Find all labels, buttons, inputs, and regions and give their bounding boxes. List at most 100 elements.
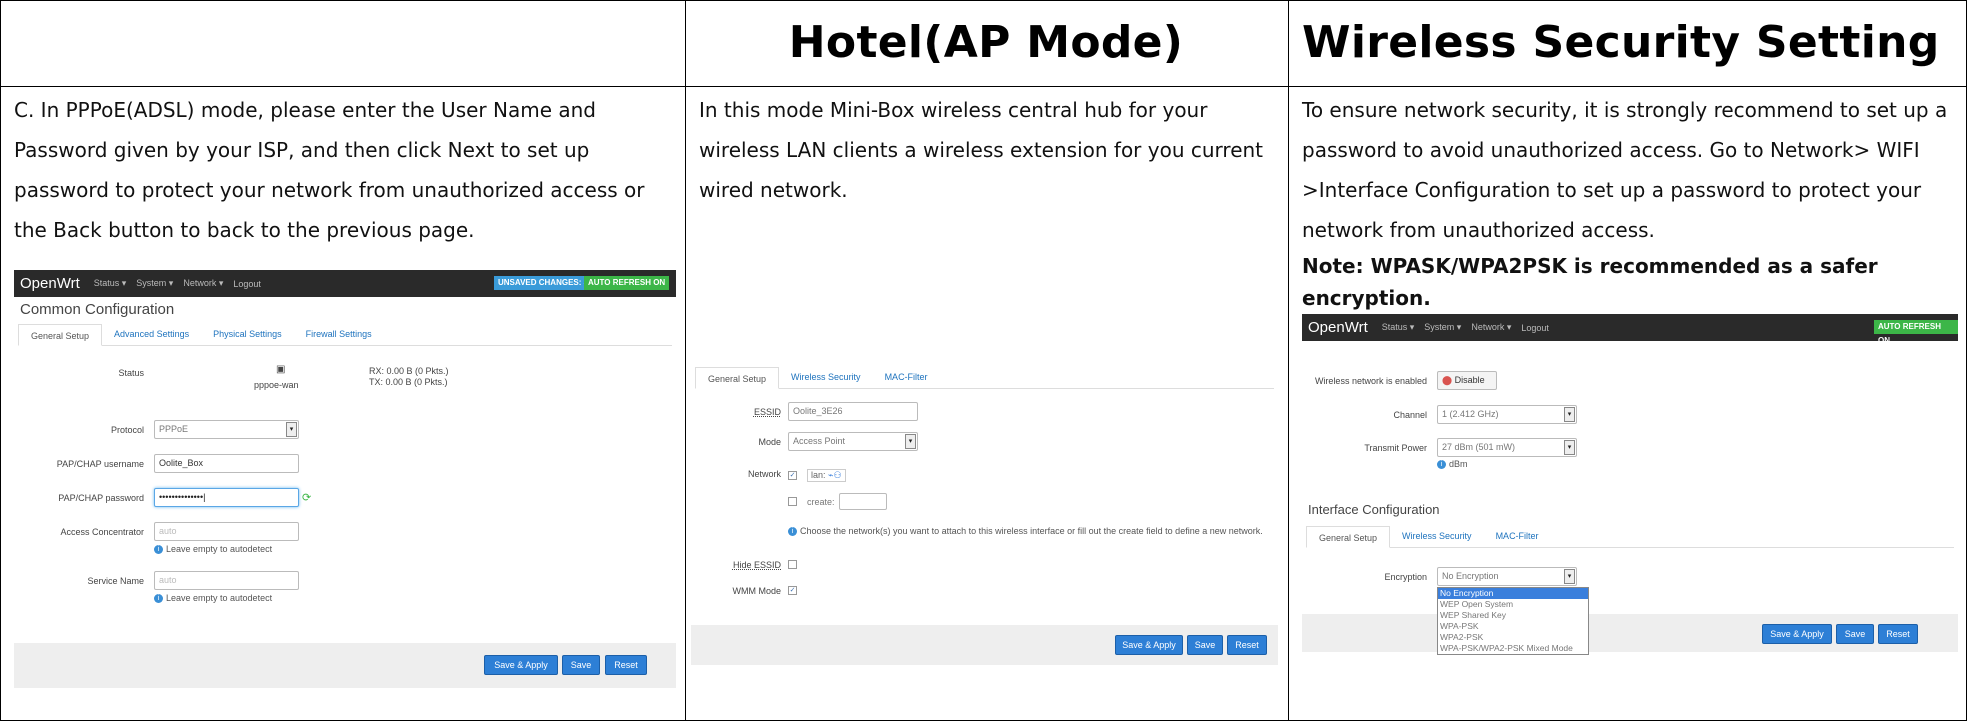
encryption-select[interactable]: No Encryption ▾ <box>1437 567 1577 586</box>
form-footer: Save & Apply Save Reset <box>1302 614 1958 652</box>
wmm-mode-checkbox[interactable]: ✓ <box>788 586 797 595</box>
protocol-label: Protocol <box>110 425 144 435</box>
info-icon: i <box>1437 459 1446 469</box>
access-concentrator-input[interactable]: auto <box>154 522 299 541</box>
chevron-down-icon: ▾ <box>1564 407 1575 422</box>
network-label: Network <box>747 469 781 479</box>
brand-logo: OpenWrt <box>20 275 80 292</box>
security-text: To ensure network security, it is strong… <box>1302 98 1948 242</box>
create-network-input[interactable] <box>838 493 887 510</box>
password-label: PAP/CHAP password <box>58 493 144 503</box>
status-rx: RX: 0.00 B (0 Pkts.) <box>369 366 449 376</box>
lan-checkbox[interactable]: ✓ <box>788 471 797 480</box>
menu-system[interactable]: System ▾ <box>136 278 173 289</box>
mode-select[interactable]: Access Point ▾ <box>788 432 918 451</box>
tab-wireless-security[interactable]: Wireless Security <box>1390 525 1484 547</box>
username-input[interactable]: Oolite_Box <box>154 454 299 473</box>
service-name-hint: i Leave empty to autodetect <box>154 593 272 603</box>
option-wpa-psk[interactable]: WPA-PSK <box>1438 621 1588 632</box>
column-pppoe: C. In PPPoE(ADSL) mode, please enter the… <box>0 0 684 721</box>
menu-logout[interactable]: Logout <box>1521 323 1549 333</box>
encryption-label: Encryption <box>1384 572 1427 582</box>
mode-label: Mode <box>758 437 781 447</box>
channel-select[interactable]: 1 (2.412 GHz) ▾ <box>1437 405 1577 424</box>
save-apply-button[interactable]: Save & Apply <box>1115 635 1183 655</box>
menu-network[interactable]: Network ▾ <box>183 278 223 289</box>
essid-input[interactable]: Oolite_3E26 <box>788 402 918 421</box>
chevron-down-icon: ▾ <box>1564 569 1575 584</box>
option-mixed-mode[interactable]: WPA-PSK/WPA2-PSK Mixed Mode <box>1438 643 1588 654</box>
option-no-encryption[interactable]: No Encryption <box>1438 588 1588 599</box>
menu-status[interactable]: Status ▾ <box>94 278 127 289</box>
security-screenshot: OpenWrt Status ▾ System ▾ Network ▾ Logo… <box>1302 314 1958 680</box>
reveal-password-icon[interactable]: ⟳ <box>302 491 311 504</box>
tab-wireless-security[interactable]: Wireless Security <box>779 366 873 388</box>
create-label: create: <box>807 496 835 507</box>
auto-refresh-badge[interactable]: AUTO REFRESH ON <box>1874 320 1958 345</box>
tab-mac-filter[interactable]: MAC-Filter <box>1484 525 1551 547</box>
auto-refresh-badge[interactable]: AUTO REFRESH ON <box>584 276 670 290</box>
option-wep-shared[interactable]: WEP Shared Key <box>1438 610 1588 621</box>
pppoe-screenshot: OpenWrt Status ▾ System ▾ Network ▾ Logo… <box>14 270 676 688</box>
column-ap-mode: Hotel(AP Mode) In this mode Mini-Box wir… <box>685 0 1287 721</box>
option-wpa2-psk[interactable]: WPA2-PSK <box>1438 632 1588 643</box>
chevron-down-icon: ▾ <box>905 434 916 449</box>
tab-bar: General Setup Wireless Security MAC-Filt… <box>695 365 1274 389</box>
password-input[interactable]: ••••••••••••••| <box>154 488 299 507</box>
access-concentrator-label: Access Concentrator <box>60 527 144 537</box>
tab-physical-settings[interactable]: Physical Settings <box>201 323 294 345</box>
reset-button[interactable]: Reset <box>1227 635 1267 655</box>
network-icon: ⌁⚇ <box>828 470 842 480</box>
brand-logo: OpenWrt <box>1308 319 1368 336</box>
menu-logout[interactable]: Logout <box>233 279 261 289</box>
disable-button[interactable]: ⬤ Disable <box>1437 371 1497 390</box>
hide-essid-checkbox[interactable] <box>788 560 797 569</box>
network-hint: i Choose the network(s) you want to attac… <box>788 526 1263 536</box>
unsaved-changes-badge[interactable]: UNSAVED CHANGES: 3 <box>494 276 593 290</box>
service-name-input[interactable]: auto <box>154 571 299 590</box>
save-button[interactable]: Save <box>562 655 600 675</box>
tab-firewall-settings[interactable]: Firewall Settings <box>294 323 384 345</box>
form-footer: Save & Apply Save Reset <box>691 625 1278 665</box>
network-lan-option: ✓ lan: ⌁⚇ <box>788 469 846 482</box>
transmit-power-label: Transmit Power <box>1364 443 1427 453</box>
security-note: Note: WPASK/WPA2PSK is recommended as a … <box>1302 254 1878 310</box>
save-apply-button[interactable]: Save & Apply <box>1762 624 1832 644</box>
status-label: Status <box>118 368 144 378</box>
info-icon: i <box>154 544 163 554</box>
network-create-option: create: <box>788 493 887 510</box>
menu-status[interactable]: Status ▾ <box>1382 322 1415 333</box>
power-unit-hint: i dBm <box>1437 459 1468 469</box>
option-wep-open[interactable]: WEP Open System <box>1438 599 1588 610</box>
username-label: PAP/CHAP username <box>56 459 144 469</box>
chevron-down-icon: ▾ <box>286 422 297 437</box>
save-apply-button[interactable]: Save & Apply <box>484 655 558 675</box>
menu-network[interactable]: Network ▾ <box>1471 322 1511 333</box>
tab-advanced-settings[interactable]: Advanced Settings <box>102 323 201 345</box>
service-name-label: Service Name <box>87 576 144 586</box>
channel-label: Channel <box>1393 410 1427 420</box>
save-button[interactable]: Save <box>1187 635 1223 655</box>
tab-bar: General Setup Advanced Settings Physical… <box>18 322 672 346</box>
protocol-select[interactable]: PPPoE ▾ <box>154 420 299 439</box>
pppoe-description: C. In PPPoE(ADSL) mode, please enter the… <box>14 98 645 242</box>
stop-icon: ⬤ <box>1442 375 1453 385</box>
tab-general-setup[interactable]: General Setup <box>695 367 780 389</box>
info-icon: i <box>788 526 797 536</box>
transmit-power-select[interactable]: 27 dBm (501 mW) ▾ <box>1437 438 1577 457</box>
top-bar: OpenWrt Status ▾ System ▾ Network ▾ Logo… <box>1302 314 1958 345</box>
column-header: Wireless Security Setting <box>1302 17 1940 68</box>
create-checkbox[interactable] <box>788 497 797 506</box>
tab-general-setup[interactable]: General Setup <box>18 324 103 346</box>
chevron-down-icon: ▾ <box>1564 440 1575 455</box>
tab-mac-filter[interactable]: MAC-Filter <box>873 366 940 388</box>
ap-mode-description: In this mode Mini-Box wireless central h… <box>699 98 1264 202</box>
tab-general-setup[interactable]: General Setup <box>1306 526 1391 548</box>
reset-button[interactable]: Reset <box>605 655 647 675</box>
status-tx: TX: 0.00 B (0 Pkts.) <box>369 377 448 387</box>
section-title: Interface Configuration <box>1308 502 1440 517</box>
save-button[interactable]: Save <box>1836 624 1874 644</box>
menu-system[interactable]: System ▾ <box>1424 322 1461 333</box>
column-header: Hotel(AP Mode) <box>788 17 1184 68</box>
reset-button[interactable]: Reset <box>1878 624 1918 644</box>
